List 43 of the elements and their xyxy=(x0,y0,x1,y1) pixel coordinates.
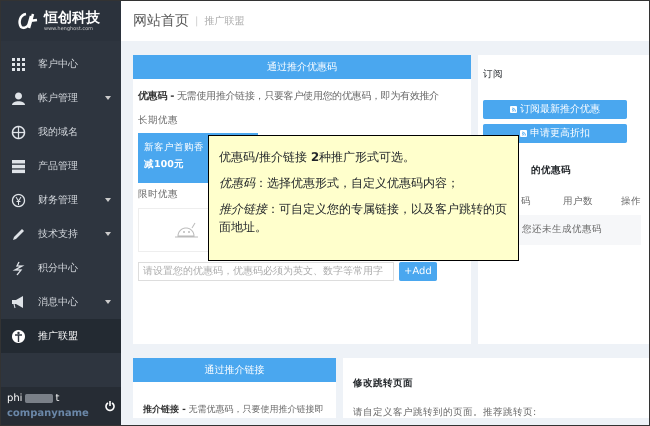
yen-icon xyxy=(11,192,26,208)
redirect-text: 请自定义客户跳转到的页面。推荐跳转页: xyxy=(353,406,538,420)
breadcrumb-separator: | xyxy=(195,14,198,28)
username: phi xyxy=(7,392,22,406)
coupon-input[interactable]: 请设置您的优惠码，优惠码必须为英文、数字等常用字 xyxy=(138,262,394,280)
power-icon[interactable] xyxy=(105,400,115,412)
section-label: 长期优惠 xyxy=(138,114,179,128)
redaction-blur xyxy=(24,394,53,403)
menu-item[interactable]: 推广联盟 xyxy=(1,319,121,353)
rss-icon xyxy=(520,130,528,137)
page-title[interactable]: 网站首页 xyxy=(133,10,189,32)
menu-item[interactable]: 我的域名 xyxy=(1,115,121,149)
breadcrumb-current: 推广联盟 xyxy=(204,14,244,28)
grid-icon xyxy=(11,56,26,72)
column-header: 码 xyxy=(521,195,531,209)
megaphone-icon xyxy=(11,294,26,310)
server-icon xyxy=(11,158,26,174)
card-title: 订阅 xyxy=(483,68,504,82)
user-icon xyxy=(11,90,26,106)
pencil-icon xyxy=(11,226,26,242)
menu-item[interactable]: 帐户管理 xyxy=(1,81,121,115)
intro-text: 推介链接 - 无需优惠码，只要使用推介链接即 xyxy=(142,404,325,417)
menu-item[interactable]: 产品管理 xyxy=(1,149,121,183)
card-header: 通过推介优惠码 xyxy=(133,55,471,79)
menu-item[interactable]: 消息中心 xyxy=(1,285,121,319)
menu-item[interactable]: 技术支持 xyxy=(1,217,121,251)
section-label: 限时优惠 xyxy=(138,188,178,202)
menu-item[interactable]: 财务管理 xyxy=(1,183,121,217)
accessibility-icon xyxy=(11,328,26,344)
card-title: 修改跳转页面 xyxy=(353,377,414,391)
globe-icon xyxy=(11,124,26,140)
card-header: 通过推介链接 xyxy=(133,358,336,382)
column-header: 操作 xyxy=(621,195,641,209)
rss-icon xyxy=(510,106,518,113)
section-title: 的优惠码 xyxy=(530,164,572,178)
logo-text: 恒创科技 xyxy=(44,10,100,26)
intro-text: 优惠码 - 无需使用推介链接，只要客户使用您的优惠码，即为有效推介 xyxy=(138,90,440,104)
menu-item[interactable]: 客户中心 xyxy=(1,47,121,81)
column-header: 用户数 xyxy=(563,195,593,209)
username: t xyxy=(55,392,60,406)
company-name: companyname xyxy=(7,407,89,421)
menu-item[interactable]: 积分中心 xyxy=(1,251,121,285)
logo-icon xyxy=(17,12,39,30)
